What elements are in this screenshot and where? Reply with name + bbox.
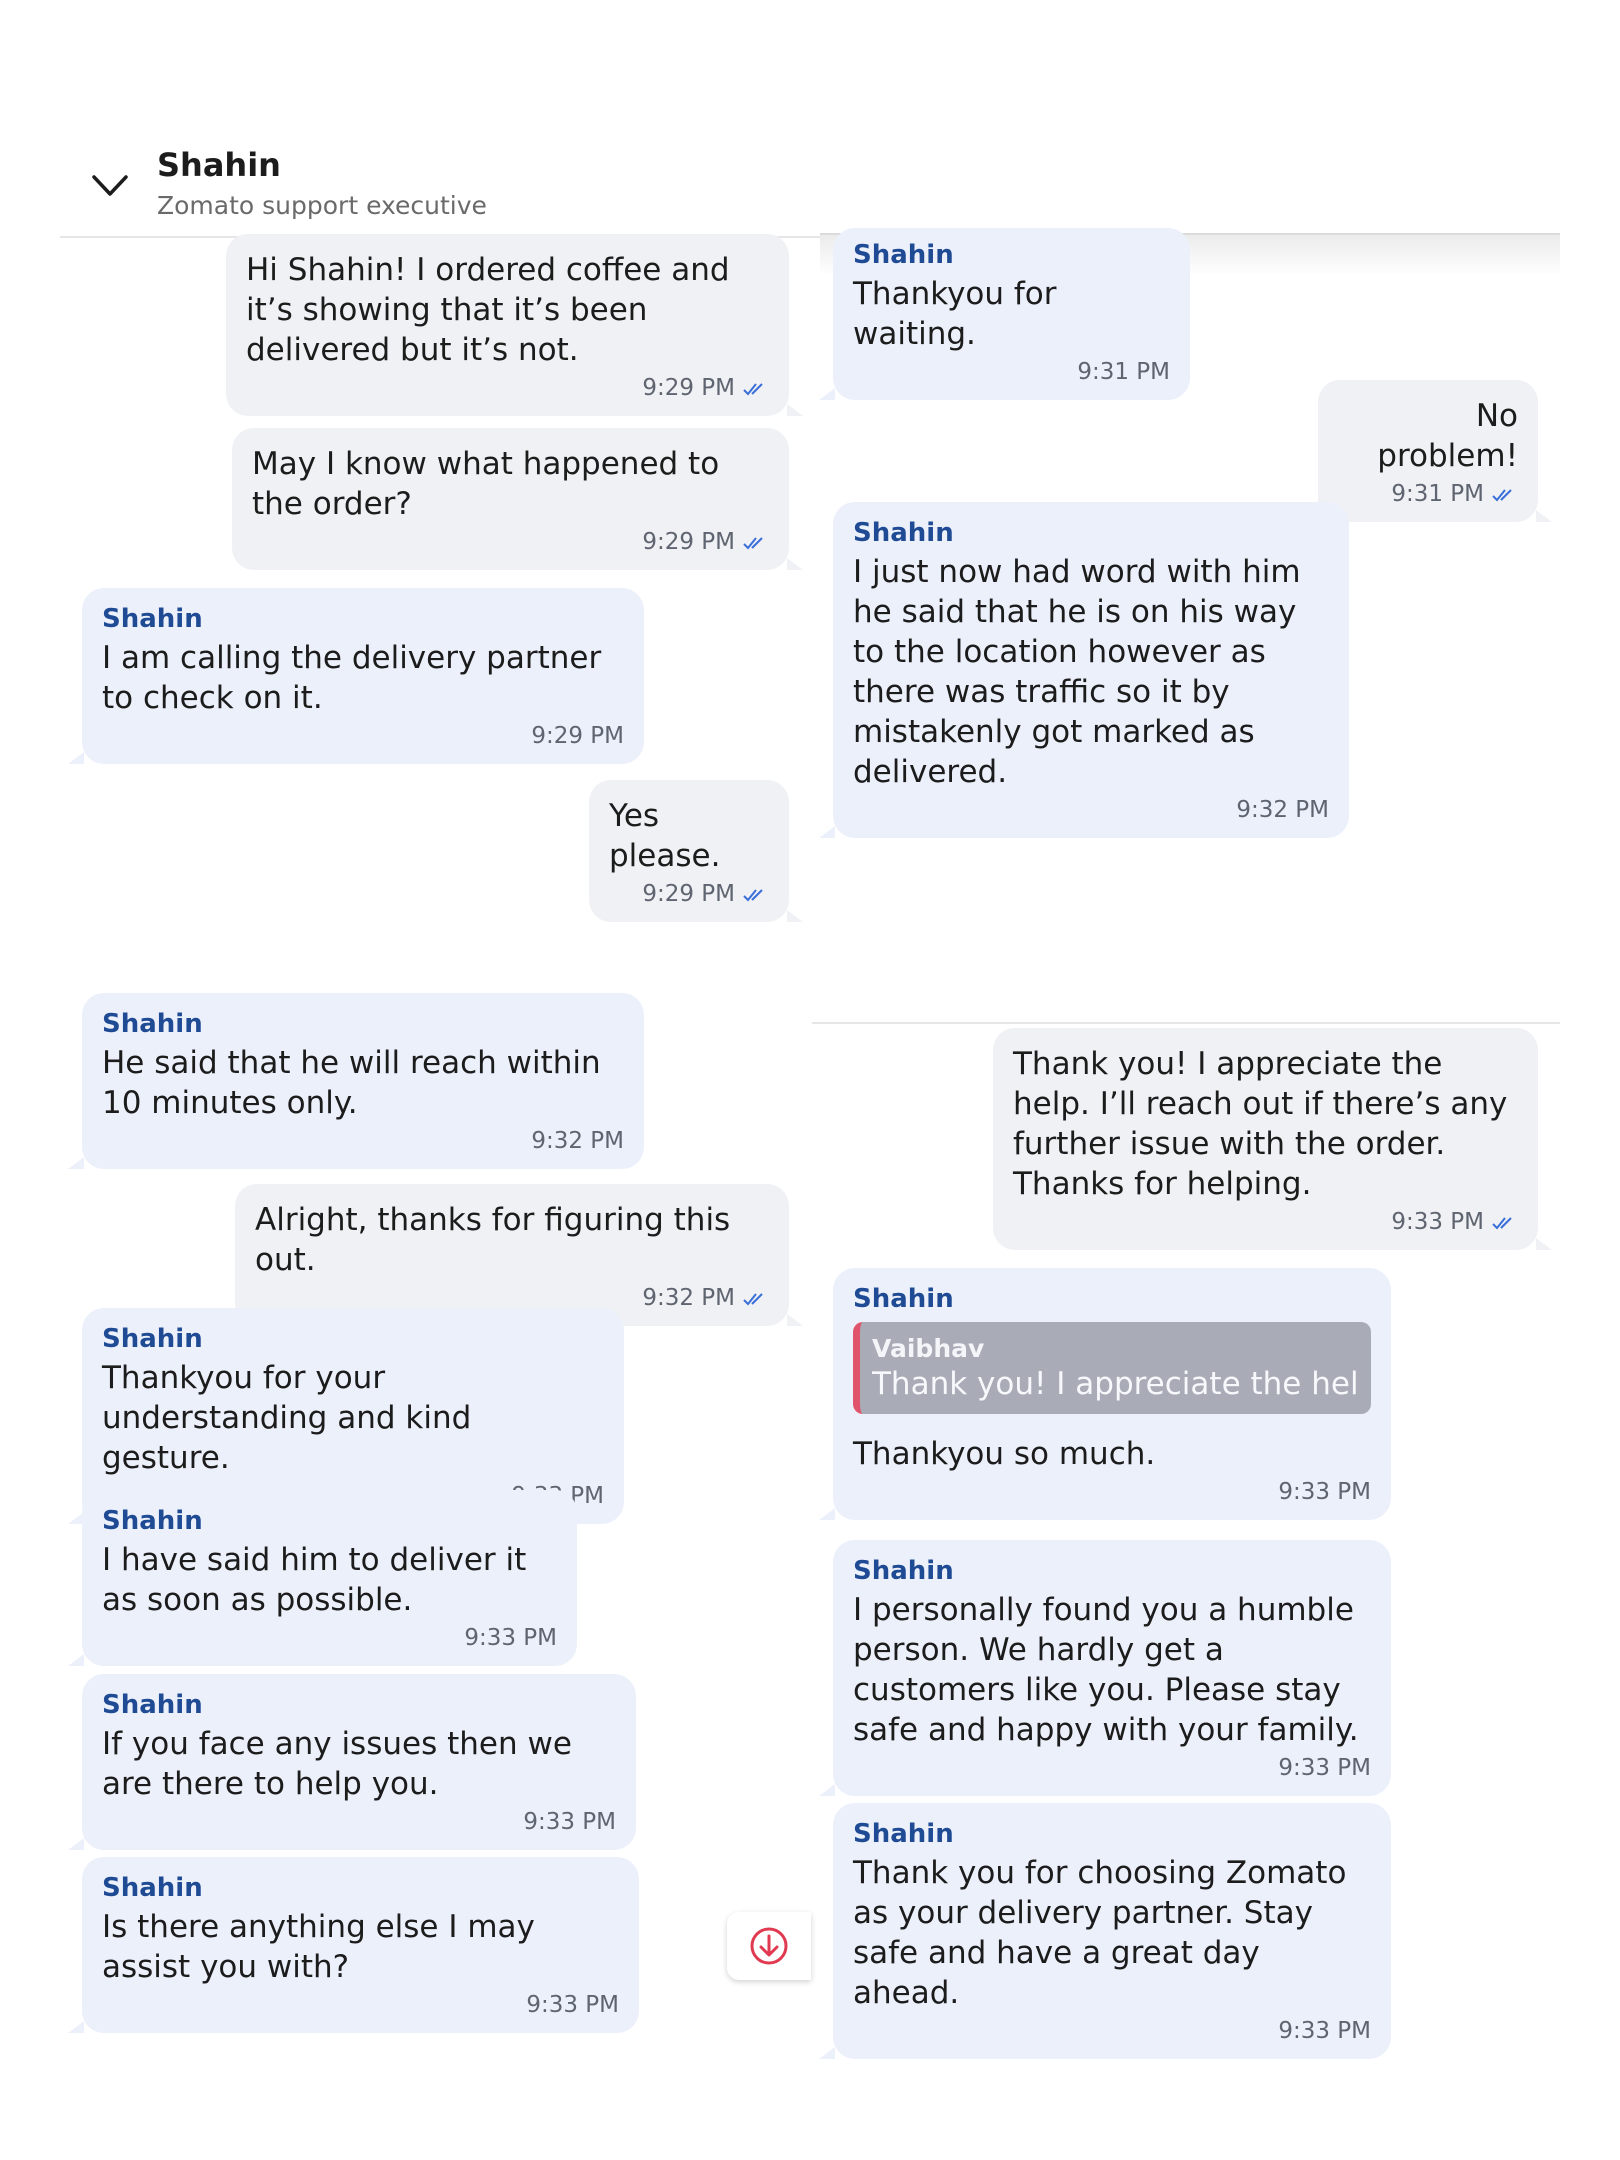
message-time: 9:33 PM bbox=[526, 1992, 619, 2018]
quoted-text: Thank you! I appreciate the hel... bbox=[872, 1366, 1357, 1402]
message-outgoing[interactable]: No problem! 9:31 PM bbox=[1318, 380, 1552, 522]
message-meta: 9:29 PM bbox=[246, 374, 769, 402]
message-text: Thankyou so much. bbox=[853, 1436, 1156, 1472]
sender-name: Shahin bbox=[853, 240, 954, 270]
double-check-icon bbox=[743, 888, 763, 901]
quoted-message[interactable]: Vaibhav Thank you! I appreciate the hel.… bbox=[853, 1322, 1371, 1414]
message-incoming[interactable]: Shahin I just now had word with him he s… bbox=[819, 502, 1349, 838]
section-divider bbox=[812, 1022, 1560, 1024]
message-text: Thank you for choosing Zomato as your de… bbox=[853, 1855, 1347, 2011]
message-time: 9:33 PM bbox=[1278, 2018, 1371, 2044]
message-meta: 9:29 PM bbox=[609, 880, 769, 908]
sender-name: Shahin bbox=[102, 1506, 203, 1536]
message-time: 9:33 PM bbox=[464, 1625, 557, 1651]
message-incoming[interactable]: Shahin Is there anything else I may assi… bbox=[68, 1857, 639, 2033]
message-incoming[interactable]: Shahin I am calling the delivery partner… bbox=[68, 588, 644, 764]
message-outgoing[interactable]: Alright, thanks for figuring this out. 9… bbox=[235, 1184, 803, 1326]
double-check-icon bbox=[743, 536, 763, 549]
double-check-icon bbox=[743, 382, 763, 395]
double-check-icon bbox=[743, 1292, 763, 1305]
message-time: 9:33 PM bbox=[1278, 1479, 1371, 1505]
message-meta: 9:29 PM bbox=[252, 528, 769, 556]
sender-name: Shahin bbox=[102, 1009, 203, 1039]
sender-name: Shahin bbox=[102, 1324, 203, 1354]
message-outgoing[interactable]: Yes please. 9:29 PM bbox=[589, 780, 803, 922]
message-text: He said that he will reach within 10 min… bbox=[102, 1045, 601, 1121]
sender-name: Shahin bbox=[853, 1556, 954, 1586]
message-text: I personally found you a humble person. … bbox=[853, 1592, 1359, 1748]
arrow-down-circle-icon bbox=[750, 1927, 788, 1965]
chevron-down-icon[interactable] bbox=[92, 174, 128, 198]
message-time: 9:29 PM bbox=[642, 375, 735, 401]
message-meta: 9:33 PM bbox=[1013, 1208, 1518, 1236]
message-time: 9:29 PM bbox=[642, 881, 735, 907]
message-text: May I know what happened to the order? bbox=[252, 446, 720, 522]
message-time: 9:32 PM bbox=[531, 1128, 624, 1154]
sender-name: Shahin bbox=[102, 1690, 203, 1720]
contact-role: Zomato support executive bbox=[157, 191, 487, 220]
message-time: 9:33 PM bbox=[1278, 1755, 1371, 1781]
message-text: Thankyou for waiting. bbox=[853, 276, 1057, 352]
message-outgoing[interactable]: Thank you! I appreciate the help. I’ll r… bbox=[993, 1028, 1552, 1250]
message-time: 9:31 PM bbox=[1391, 481, 1484, 507]
message-incoming[interactable]: Shahin I have said him to deliver it as … bbox=[68, 1490, 577, 1666]
double-check-icon bbox=[1492, 488, 1512, 501]
sender-name: Shahin bbox=[102, 1873, 203, 1903]
message-text: I have said him to deliver it as soon as… bbox=[102, 1542, 527, 1618]
chat-header: Shahin Zomato support executive bbox=[60, 140, 820, 238]
message-incoming-reply[interactable]: Shahin Vaibhav Thank you! I appreciate t… bbox=[819, 1268, 1391, 1520]
message-text: Hi Shahin! I ordered coffee and it’s sho… bbox=[246, 252, 730, 368]
message-time: 9:31 PM bbox=[1077, 359, 1170, 385]
message-outgoing[interactable]: May I know what happened to the order? 9… bbox=[232, 428, 803, 570]
message-text: Thank you! I appreciate the help. I’ll r… bbox=[1013, 1046, 1508, 1202]
sender-name: Shahin bbox=[853, 1819, 954, 1849]
message-outgoing[interactable]: Hi Shahin! I ordered coffee and it’s sho… bbox=[226, 234, 803, 416]
message-text: No problem! bbox=[1377, 398, 1518, 474]
message-text: I am calling the delivery partner to che… bbox=[102, 640, 602, 716]
message-time: 9:32 PM bbox=[1236, 797, 1329, 823]
message-text: Thankyou for your understanding and kind… bbox=[102, 1360, 472, 1476]
contact-name: Shahin bbox=[157, 146, 281, 184]
message-incoming[interactable]: Shahin Thank you for choosing Zomato as … bbox=[819, 1803, 1391, 2059]
scroll-to-bottom-button[interactable] bbox=[727, 1912, 811, 1980]
message-text: Is there anything else I may assist you … bbox=[102, 1909, 535, 1985]
double-check-icon bbox=[1492, 1216, 1512, 1229]
message-text: I just now had word with him he said tha… bbox=[853, 554, 1301, 790]
message-incoming[interactable]: Shahin I personally found you a humble p… bbox=[819, 1540, 1391, 1796]
message-incoming[interactable]: Shahin He said that he will reach within… bbox=[68, 993, 644, 1169]
message-time: 9:33 PM bbox=[523, 1809, 616, 1835]
message-meta: 9:31 PM bbox=[1338, 480, 1518, 508]
message-incoming[interactable]: Shahin Thankyou for waiting. 9:31 PM bbox=[819, 228, 1190, 400]
message-time: 9:29 PM bbox=[642, 529, 735, 555]
message-text: If you face any issues then we are there… bbox=[102, 1726, 572, 1802]
message-time: 9:29 PM bbox=[531, 723, 624, 749]
message-text: Alright, thanks for figuring this out. bbox=[255, 1202, 731, 1278]
message-incoming[interactable]: Shahin If you face any issues then we ar… bbox=[68, 1674, 636, 1850]
sender-name: Shahin bbox=[102, 604, 203, 634]
sender-name: Shahin bbox=[853, 518, 954, 548]
message-time: 9:33 PM bbox=[1391, 1209, 1484, 1235]
quoted-sender: Vaibhav bbox=[872, 1334, 985, 1363]
message-text: Yes please. bbox=[609, 798, 721, 874]
message-time: 9:32 PM bbox=[642, 1285, 735, 1311]
sender-name: Shahin bbox=[853, 1284, 954, 1314]
